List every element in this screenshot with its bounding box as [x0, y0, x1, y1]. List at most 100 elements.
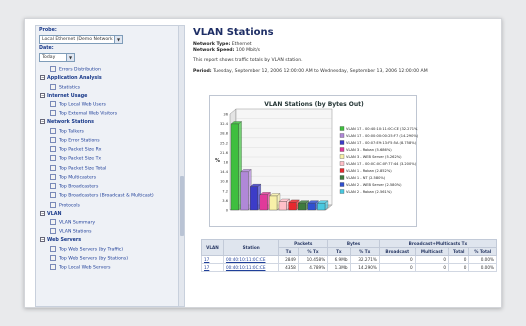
- subheader: % Total: [468, 247, 497, 256]
- station-link[interactable]: 00:40:10:11:0C:CE: [222, 263, 280, 272]
- tree-item[interactable]: Top Talkers: [36, 126, 184, 135]
- tree-label: Top Packet Size Rx: [59, 147, 102, 153]
- table-cell: 0.00%: [468, 263, 497, 272]
- y-tick-label: 0: [226, 209, 229, 213]
- chevron-down-icon[interactable]: ▼: [66, 54, 74, 61]
- bar: [240, 171, 249, 211]
- legend-label: VLAN 17 - 00:00:00:00:25:F7 (14.290%): [346, 134, 418, 138]
- tree-item[interactable]: Top Web Servers (by Stations): [36, 254, 184, 263]
- legend-label: VLAN 17 - 00:07:E9:13:F5:5A (8.758%): [346, 141, 417, 145]
- tree-item[interactable]: Top Packet Size Tx: [36, 154, 184, 163]
- chevron-down-icon[interactable]: ▼: [114, 36, 122, 43]
- report-icon: [50, 219, 56, 226]
- col-packets: Packets: [278, 239, 329, 248]
- date-select[interactable]: Today ▼: [39, 53, 75, 62]
- tree-label: Top Broadcasters: [59, 184, 99, 190]
- table-cell: 14.290%: [349, 263, 380, 272]
- report-icon: [50, 264, 56, 271]
- tree-item[interactable]: Top Local Web Servers: [36, 263, 184, 272]
- tree-section[interactable]: − Application Analysis: [36, 74, 184, 82]
- bar: [278, 201, 287, 211]
- collapse-icon[interactable]: −: [40, 119, 45, 125]
- probe-select[interactable]: Local Ethernet (Demo Network 1 ▼: [39, 35, 123, 44]
- tree-label: Top Packet Size Total: [59, 166, 107, 172]
- y-tick-label: 36: [223, 113, 228, 117]
- bar: [288, 202, 297, 211]
- tree-item[interactable]: Top Web Servers (by Traffic): [36, 244, 184, 253]
- y-tick-label: 3.6: [222, 199, 228, 203]
- tree-item[interactable]: Top Packet Size Rx: [36, 145, 184, 154]
- tree-item[interactable]: Errors Distribution: [36, 65, 184, 74]
- collapse-icon[interactable]: −: [40, 92, 45, 98]
- table-row: 17 00:40:10:11:0C:CE 4358 4.789% 1.3Mb 14.290…: [201, 263, 497, 272]
- legend-swatch: [339, 126, 345, 131]
- tree-item[interactable]: Top Broadcasters: [36, 182, 184, 191]
- table-cell: 10.458%: [297, 255, 329, 264]
- tree-label: Internet Usage: [47, 93, 88, 99]
- legend-swatch: [339, 133, 345, 138]
- tree-item[interactable]: Top Multicasters: [36, 173, 184, 182]
- report-icon: [50, 228, 56, 235]
- report-icon: [50, 83, 56, 90]
- probe-label: Probe:: [39, 28, 57, 33]
- tree-item[interactable]: Statistics: [36, 82, 184, 91]
- collapse-icon[interactable]: −: [40, 210, 45, 216]
- tree-section[interactable]: − Internet Usage: [36, 92, 184, 100]
- tree-label: Statistics: [59, 85, 80, 91]
- tree-item[interactable]: VLAN Stations: [36, 227, 184, 236]
- collapse-icon[interactable]: −: [40, 75, 45, 81]
- legend-swatch: [339, 175, 345, 180]
- table-cell: 0: [448, 255, 470, 264]
- sidebar: Probe: Local Ethernet (Demo Network 1 ▼ …: [35, 25, 185, 307]
- subheader: Broadcast: [378, 247, 416, 256]
- table-cell[interactable]: 17: [201, 263, 224, 272]
- legend-swatch: [339, 140, 345, 145]
- y-tick-label: 28.8: [220, 132, 229, 136]
- legend-label: VLAN 1 - NT (2.580%): [346, 176, 386, 180]
- tree-label: Top Local Web Servers: [59, 265, 111, 271]
- y-tick-label: 25.2: [220, 141, 228, 145]
- table-cell: 2849: [278, 255, 299, 264]
- period-value: Tuesday, September 12, 2006 12:00:00 AM …: [213, 69, 428, 74]
- col-broadcast: Broadcast+Multicasts Tx: [378, 239, 497, 248]
- legend-swatch: [339, 189, 345, 194]
- tree-label: Top Talkers: [59, 129, 84, 135]
- collapse-icon[interactable]: −: [40, 237, 45, 243]
- tree-item[interactable]: Top Packet Size Total: [36, 163, 184, 172]
- tree-item[interactable]: VLAN Summary: [36, 218, 184, 227]
- tree-item[interactable]: Protocols: [36, 200, 184, 209]
- table-cell: 32.271%: [349, 255, 380, 264]
- station-link[interactable]: 00:40:10:11:0C:CE: [222, 255, 280, 264]
- legend-swatch: [339, 182, 345, 187]
- y-tick-label: 21.6: [220, 151, 229, 155]
- tree-item[interactable]: Top External Web Visitors: [36, 109, 184, 118]
- tree-section[interactable]: − VLAN: [36, 210, 184, 218]
- subheader: Tx: [327, 247, 351, 256]
- subheader: % Tx: [297, 247, 329, 256]
- col-bytes: Bytes: [327, 239, 380, 248]
- table-cell: 0: [378, 255, 416, 264]
- subheader: Multicast: [414, 247, 450, 256]
- tree-section[interactable]: − Web Servers: [36, 236, 184, 244]
- stations-table: VLAN Station Packets Bytes Broadcast+Mul…: [201, 239, 497, 272]
- report-window: Probe: Local Ethernet (Demo Network 1 ▼ …: [24, 18, 502, 308]
- legend-label: VLAN 17 - 00:40:10:11:0C:CE (32.271%): [346, 127, 418, 131]
- table-cell: 6.9Mb: [327, 255, 351, 264]
- tree-item[interactable]: Top Local Web Users: [36, 100, 184, 109]
- scrollbar-thumb[interactable]: [180, 176, 184, 236]
- tree-item[interactable]: Top Error Stations: [36, 135, 184, 144]
- tree-item[interactable]: Top Broadcasters (Broadcast & Multicast): [36, 191, 184, 200]
- subheader: Total: [448, 247, 470, 256]
- bar: [317, 203, 326, 211]
- tree-label: VLAN: [47, 211, 62, 217]
- tree-section[interactable]: − Network Stations: [36, 118, 184, 126]
- y-tick-label: 10.8: [220, 180, 229, 184]
- tree-label: Top Packet Size Tx: [59, 156, 102, 162]
- y-axis-label: %: [215, 158, 220, 164]
- bar: [298, 202, 306, 211]
- sidebar-scrollbar[interactable]: [178, 26, 184, 306]
- legend-label: VLAN 2 - WEB Server (2.580%): [346, 183, 402, 187]
- table-cell[interactable]: 17: [201, 255, 224, 264]
- y-tick-label: 14.4: [220, 170, 229, 174]
- table-row: 17 00:40:10:11:0C:CE 2849 10.458% 6.9Mb 32.27…: [201, 255, 497, 264]
